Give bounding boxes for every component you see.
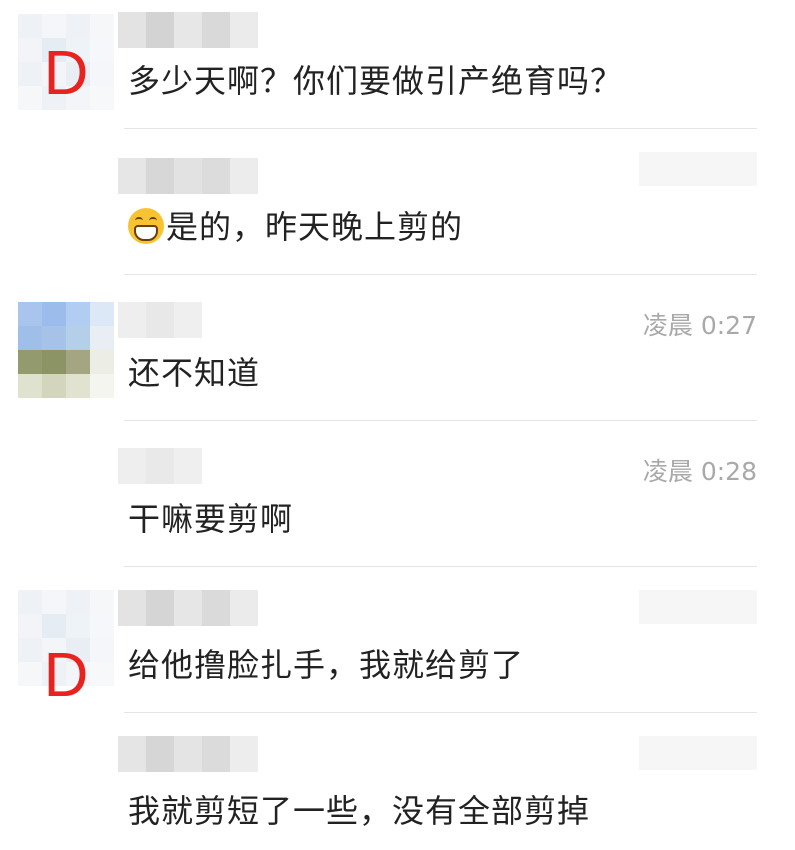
avatar-letter: D xyxy=(43,39,89,108)
divider xyxy=(124,274,757,275)
username-blurred xyxy=(118,158,258,194)
username-blurred xyxy=(118,448,202,484)
message-text: 多少天啊？你们要做引产绝育吗？ xyxy=(128,62,624,100)
username-blurred xyxy=(118,590,258,626)
divider xyxy=(124,566,757,567)
chat-message: 是的，昨天晚上剪的 xyxy=(0,130,795,276)
username-blurred xyxy=(118,736,258,772)
chat-message: 凌晨 0:28 干嘛要剪啊 xyxy=(0,422,795,568)
grinning-face-icon xyxy=(128,208,164,244)
divider xyxy=(124,712,757,713)
username-blurred xyxy=(118,12,258,48)
message-text: 我就剪短了一些，没有全部剪掉 xyxy=(128,792,591,830)
timestamp-blurred xyxy=(639,590,757,624)
chat-message: D 多少天啊？你们要做引产绝育吗？ xyxy=(0,0,795,130)
timestamp-blurred xyxy=(639,152,757,186)
message-text: 还不知道 xyxy=(128,354,261,392)
chat-message: 我就剪短了一些，没有全部剪掉 xyxy=(0,714,795,850)
avatar-letter: D xyxy=(43,641,89,710)
timestamp: 凌晨 0:28 xyxy=(642,457,757,486)
username-blurred xyxy=(118,302,202,338)
message-text: 是的，昨天晚上剪的 xyxy=(128,202,463,248)
message-text: 干嘛要剪啊 xyxy=(128,500,294,538)
message-text: 给他撸脸扎手，我就给剪了 xyxy=(128,646,525,684)
avatar-pixelated[interactable] xyxy=(18,302,114,398)
timestamp: 凌晨 0:27 xyxy=(642,311,757,340)
divider xyxy=(124,128,757,129)
chat-message: D 给他撸脸扎手，我就给剪了 xyxy=(0,568,795,714)
timestamp-blurred xyxy=(639,736,757,770)
chat-message: 凌晨 0:27 还不知道 xyxy=(0,276,795,422)
divider xyxy=(124,420,757,421)
